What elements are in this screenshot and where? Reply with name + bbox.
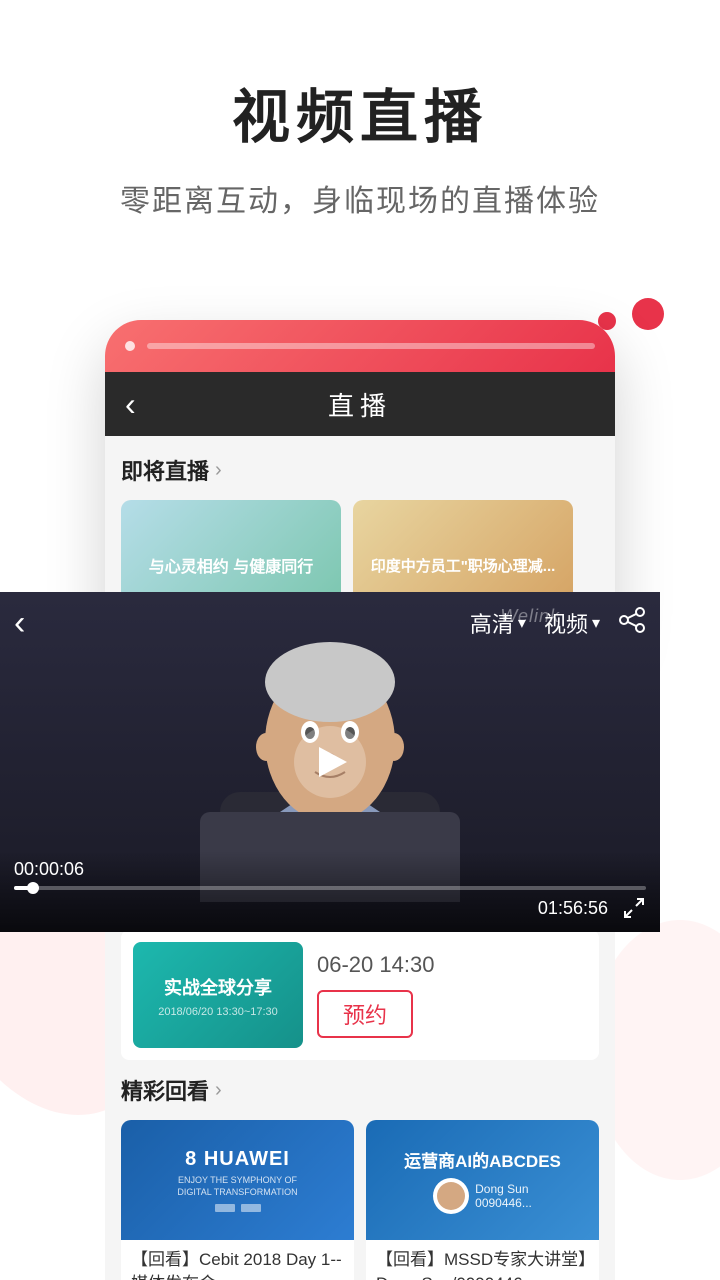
upcoming-card-2-text: 印度中方员工"职场心理减... xyxy=(363,547,564,584)
upcoming-thumb-date-text: 2018/06/20 13:30~17:30 xyxy=(152,1004,284,1020)
highlight-2-brand: 运营商AI的ABCDES xyxy=(404,1147,561,1172)
highlight-2-title: 【回看】MSSD专家大讲堂】Dong Sun/0090446... xyxy=(366,1240,599,1280)
highlights-grid: 8 HUAWEI ENJOY THE SYMPHONY OF DIGITAL T… xyxy=(121,1120,599,1280)
time-total: 01:56:56 xyxy=(538,898,608,919)
upcoming-reserve-thumb: 实战全球分享 2018/06/20 13:30~17:30 xyxy=(133,942,303,1048)
type-button[interactable]: 视频 ▾ xyxy=(544,607,600,639)
highlight-thumb-1: 8 HUAWEI ENJOY THE SYMPHONY OF DIGITAL T… xyxy=(121,1120,354,1240)
highlights-header: 精彩回看 › xyxy=(121,1074,599,1106)
quality-label: 高清 xyxy=(470,607,514,639)
progress-thumb xyxy=(27,882,39,894)
progress-bottom-row: 01:56:56 xyxy=(14,896,646,920)
highlight-card-1[interactable]: 8 HUAWEI ENJOY THE SYMPHONY OF DIGITAL T… xyxy=(121,1120,354,1280)
top-section: 视频直播 零距离互动，身临现场的直播体验 xyxy=(0,0,720,240)
upcoming-reserve-card: 实战全球分享 2018/06/20 13:30~17:30 06-20 14:3… xyxy=(121,930,599,1060)
upcoming-section-header: 即将直播 › xyxy=(121,454,599,486)
progress-bar-fill xyxy=(14,886,33,890)
highlight-thumb-2: 运营商AI的ABCDES Dong Sun0090446... xyxy=(366,1120,599,1240)
progress-times: 00:00:06 xyxy=(14,859,646,880)
highlights-arrow-icon: › xyxy=(215,1079,222,1102)
upcoming-label: 即将直播 xyxy=(121,454,209,486)
highlights-label: 精彩回看 xyxy=(121,1074,209,1106)
quality-arrow-icon: ▾ xyxy=(518,613,526,633)
upcoming-arrow-icon: › xyxy=(215,459,222,482)
highlights-section: 精彩回看 › 8 HUAWEI ENJOY THE SYMPHONY OF DI… xyxy=(121,1074,599,1280)
upcoming-reserve-info: 06-20 14:30 预约 xyxy=(317,952,587,1038)
highlight-1-title: 【回看】Cebit 2018 Day 1--媒体发布会 xyxy=(121,1240,354,1280)
share-button[interactable] xyxy=(618,606,646,639)
video-back-button[interactable]: ‹ xyxy=(14,604,25,643)
phone-navbar: ‹ 直播 xyxy=(105,372,615,436)
highlight-card-2[interactable]: 运营商AI的ABCDES Dong Sun0090446... 【回看】MSSD… xyxy=(366,1120,599,1280)
highlight-1-brand: 8 HUAWEI xyxy=(185,1148,290,1171)
upcoming-thumb-text: 实战全球分享 xyxy=(156,970,280,1004)
play-triangle-icon xyxy=(319,747,347,777)
dot-large xyxy=(632,298,664,330)
share-icon xyxy=(618,606,646,634)
expand-icon[interactable] xyxy=(622,896,646,920)
phone-indicator-dot xyxy=(125,341,135,351)
highlight-1-logo-row xyxy=(215,1204,261,1212)
upcoming-card-1-text: 与心灵相约 与健康同行 xyxy=(141,545,321,585)
play-button[interactable] xyxy=(294,726,366,798)
phone-bar-line xyxy=(147,343,595,349)
progress-bar-container[interactable] xyxy=(14,886,646,890)
video-progress-area: 00:00:06 01:56:56 xyxy=(0,851,660,932)
navbar-back-icon[interactable]: ‹ xyxy=(125,386,136,423)
page-title: 视频直播 xyxy=(40,70,680,154)
highlight-2-person: Dong Sun0090446... xyxy=(433,1178,532,1214)
highlight-1-tagline: ENJOY THE SYMPHONY OF DIGITAL TRANSFORMA… xyxy=(173,1175,303,1198)
video-player: Welink ‹ 高清 ▾ 视频 ▾ xyxy=(0,592,660,932)
lower-phone-content: 实战全球分享 2018/06/20 13:30~17:30 06-20 14:3… xyxy=(105,930,615,1280)
page-background: 视频直播 零距离互动，身临现场的直播体验 ‹ 直播 即将直播 › xyxy=(0,0,720,1280)
video-controls-top: 高清 ▾ 视频 ▾ xyxy=(470,606,646,639)
phone-top-bar xyxy=(105,320,615,372)
type-arrow-icon: ▾ xyxy=(592,613,600,633)
page-subtitle: 零距离互动，身临现场的直播体验 xyxy=(40,176,680,220)
reserve-button[interactable]: 预约 xyxy=(317,990,413,1038)
type-label: 视频 xyxy=(544,607,588,639)
video-bg: Welink ‹ 高清 ▾ 视频 ▾ xyxy=(0,592,660,932)
time-current: 00:00:06 xyxy=(14,859,84,880)
navbar-title: 直播 xyxy=(328,386,392,423)
upcoming-datetime: 06-20 14:30 xyxy=(317,952,587,978)
quality-button[interactable]: 高清 ▾ xyxy=(470,607,526,639)
